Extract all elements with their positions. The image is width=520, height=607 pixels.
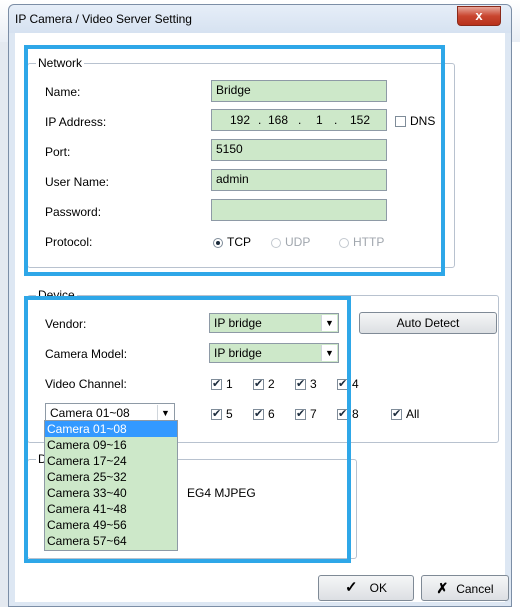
camera-model-value: IP bridge — [214, 346, 262, 360]
desktop-edge — [0, 42, 8, 607]
channel-2[interactable]: 2 — [253, 377, 275, 391]
cancel-button[interactable]: ✗ Cancel — [421, 575, 509, 601]
channel-6-label: 6 — [268, 407, 275, 421]
protocol-http-option[interactable]: HTTP — [339, 235, 384, 249]
channel-3[interactable]: 3 — [295, 377, 317, 391]
channel-5-checkbox[interactable] — [211, 407, 222, 421]
network-legend: Network — [36, 56, 85, 70]
cancel-label: Cancel — [456, 582, 494, 596]
name-field[interactable]: Bridge — [211, 80, 387, 102]
ip-octet-1: 192 — [230, 113, 251, 127]
x-icon: ✗ — [436, 580, 449, 596]
protocol-http-label: HTTP — [353, 235, 385, 249]
ip-address-field[interactable]: 192 . 168 . 1 . 152 — [211, 109, 387, 131]
password-label: Password: — [45, 205, 102, 219]
protocol-tcp-radio[interactable] — [213, 237, 223, 248]
video-channel-label: Video Channel: — [45, 377, 127, 391]
channel-5-label: 5 — [226, 407, 233, 421]
ip-address-label: IP Address: — [45, 115, 107, 129]
vendor-label: Vendor: — [45, 317, 87, 331]
camera-range-option[interactable]: Camera 25~32 — [45, 469, 177, 485]
channel-7-label: 7 — [310, 407, 317, 421]
check-icon: ✓ — [345, 579, 358, 596]
user-name-field[interactable]: admin — [211, 169, 387, 191]
camera-range-option[interactable]: Camera 57~64 — [45, 533, 177, 549]
port-label: Port: — [45, 145, 71, 159]
auto-detect-button[interactable]: Auto Detect — [359, 312, 497, 334]
ip-octet-4: 152 — [350, 113, 371, 127]
vendor-value: IP bridge — [214, 316, 262, 330]
chevron-down-icon[interactable]: ▼ — [157, 405, 173, 421]
protocol-http-radio[interactable] — [339, 237, 349, 248]
protocol-udp-radio[interactable] — [271, 237, 281, 248]
protocol-tcp-label: TCP — [227, 235, 251, 249]
ok-button[interactable]: ✓ OK — [318, 575, 414, 601]
camera-range-dropdown[interactable]: Camera 01~08 Camera 09~16 Camera 17~24 C… — [44, 420, 178, 551]
camera-range-option[interactable]: Camera 09~16 — [45, 437, 177, 453]
close-button[interactable]: x — [457, 6, 501, 26]
camera-range-option[interactable]: Camera 17~24 — [45, 453, 177, 469]
dns-label: DNS — [410, 114, 436, 128]
window-title: IP Camera / Video Server Setting — [15, 12, 192, 26]
ip-octet-3: 1 — [316, 113, 323, 127]
chevron-down-icon[interactable]: ▼ — [321, 345, 337, 361]
channel-7[interactable]: 7 — [295, 407, 317, 421]
protocol-tcp-option[interactable]: TCP — [213, 235, 251, 249]
channel-4-checkbox[interactable] — [337, 377, 348, 391]
port-field[interactable]: 5150 — [211, 139, 387, 161]
password-field[interactable] — [211, 199, 387, 221]
camera-range-option[interactable]: Camera 41~48 — [45, 501, 177, 517]
camera-range-option[interactable]: Camera 49~56 — [45, 517, 177, 533]
channel-3-checkbox[interactable] — [295, 377, 306, 391]
channel-3-label: 3 — [310, 377, 317, 391]
camera-range-option[interactable]: Camera 33~40 — [45, 485, 177, 501]
channel-1-checkbox[interactable] — [211, 377, 222, 391]
channel-all-label: All — [406, 407, 420, 421]
device-legend: Device — [36, 288, 77, 302]
channel-1[interactable]: 1 — [211, 377, 233, 391]
channel-7-checkbox[interactable] — [295, 407, 306, 421]
protocol-udp-label: UDP — [285, 235, 311, 249]
channel-8-checkbox[interactable] — [337, 407, 348, 421]
camera-range-option[interactable]: Camera 01~08 — [45, 421, 177, 437]
codec-text: EG4 MJPEG — [187, 486, 256, 500]
vendor-select[interactable]: IP bridge ▼ — [209, 313, 339, 333]
title-bar[interactable]: IP Camera / Video Server Setting x — [9, 5, 511, 33]
channel-8[interactable]: 8 — [337, 407, 359, 421]
channel-1-label: 1 — [226, 377, 233, 391]
channel-all-checkbox[interactable] — [391, 407, 402, 421]
user-name-label: User Name: — [45, 175, 110, 189]
name-label: Name: — [45, 85, 81, 99]
protocol-udp-option[interactable]: UDP — [271, 235, 310, 249]
camera-model-select[interactable]: IP bridge ▼ — [209, 343, 339, 363]
channel-2-checkbox[interactable] — [253, 377, 264, 391]
channel-8-label: 8 — [352, 407, 359, 421]
dns-checkbox-box[interactable] — [395, 116, 406, 128]
camera-model-label: Camera Model: — [45, 347, 128, 361]
channel-2-label: 2 — [268, 377, 275, 391]
channel-6[interactable]: 6 — [253, 407, 275, 421]
ip-octet-2: 168 — [268, 113, 289, 127]
camera-range-value: Camera 01~08 — [50, 406, 130, 420]
chevron-down-icon[interactable]: ▼ — [321, 315, 337, 331]
channel-6-checkbox[interactable] — [253, 407, 264, 421]
dns-checkbox[interactable]: DNS — [395, 114, 435, 128]
channel-5[interactable]: 5 — [211, 407, 233, 421]
channel-4[interactable]: 4 — [337, 377, 359, 391]
protocol-label: Protocol: — [45, 235, 93, 249]
channel-all[interactable]: All — [391, 407, 419, 421]
channel-4-label: 4 — [352, 377, 359, 391]
ok-label: OK — [369, 581, 387, 595]
